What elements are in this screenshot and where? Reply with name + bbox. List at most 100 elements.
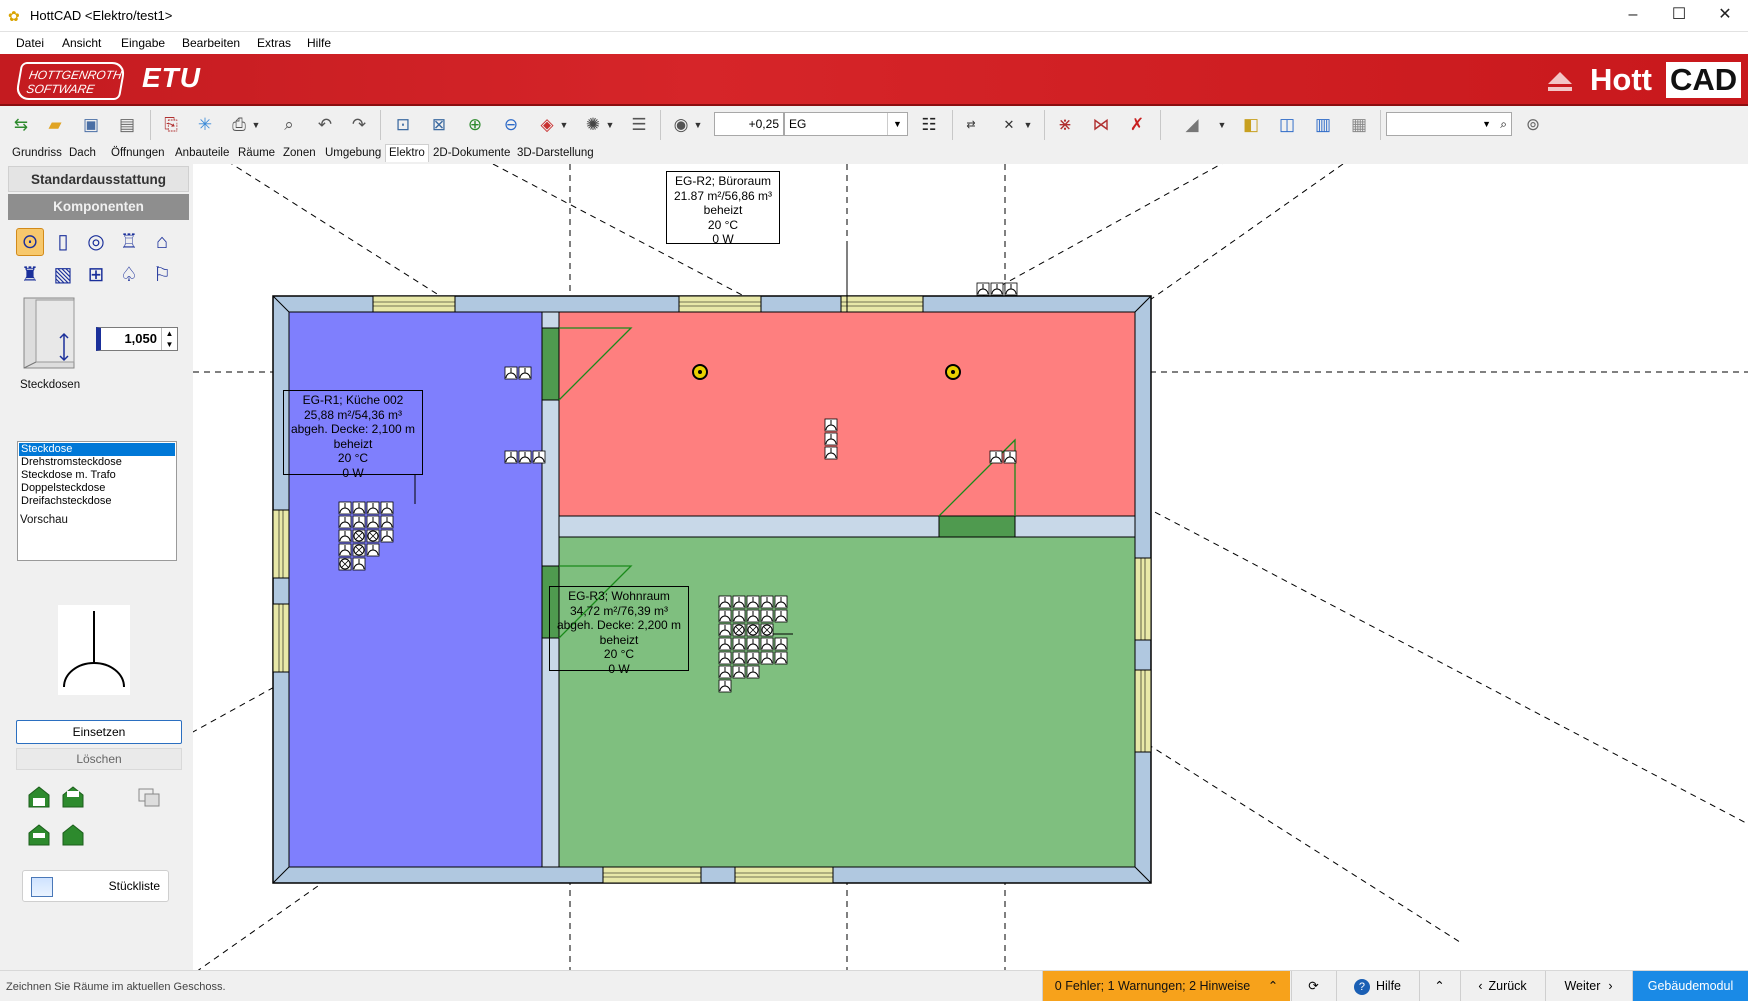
zoom-fit-icon[interactable]: ⊠	[426, 112, 452, 138]
level-offset-field[interactable]: +0,25	[714, 112, 784, 136]
section-icon[interactable]: ▥	[1310, 112, 1336, 138]
wireframe-icon[interactable]: ◫	[1274, 112, 1300, 138]
terrain-icon[interactable]: ◢	[1170, 112, 1214, 138]
menu-ansicht[interactable]: Ansicht	[62, 36, 101, 50]
socket-symbol-icon[interactable]	[1003, 450, 1017, 464]
room-label-kitchen[interactable]: EG-R1; Küche 002 25,88 m²/54,36 m³ abgeh…	[283, 390, 423, 480]
collapse-banner-bar-icon[interactable]	[1548, 87, 1572, 91]
zoom-window-icon[interactable]: ⊡	[390, 112, 416, 138]
socket-symbol-icon[interactable]	[746, 595, 760, 609]
socket-symbol-icon[interactable]	[732, 651, 746, 665]
menu-datei[interactable]: Datei	[16, 36, 44, 50]
2d-3d-toggle-icon[interactable]: ⇄	[958, 112, 984, 138]
socket-symbol-icon[interactable]	[746, 665, 760, 679]
measure-icon[interactable]: ⋇	[1052, 112, 1078, 138]
extinguisher-icon[interactable]: ♜	[16, 261, 44, 289]
socket-symbol-icon[interactable]	[774, 651, 788, 665]
refresh-icon[interactable]: ⟳	[1291, 971, 1335, 1001]
tab-oeffnungen[interactable]: Öffnungen	[111, 147, 165, 159]
socket-symbol-icon[interactable]	[366, 543, 380, 557]
socket-symbol-icon[interactable]	[760, 595, 774, 609]
sun-icon[interactable]: ✺	[580, 112, 606, 138]
floor-select[interactable]: EG ▼	[784, 112, 908, 136]
swap-icon[interactable]: ⇆	[8, 112, 34, 138]
appliance-symbol-icon[interactable]	[366, 529, 380, 543]
socket-icon[interactable]: ⊙	[16, 228, 44, 256]
socket-symbol-icon[interactable]	[338, 543, 352, 557]
floor-add-icon[interactable]	[62, 786, 84, 808]
tab-grundriss[interactable]: Grundriss	[12, 147, 62, 159]
socket-symbol-icon[interactable]	[366, 515, 380, 529]
view-eye-icon[interactable]: ◉	[668, 112, 694, 138]
socket-symbol-icon[interactable]	[760, 637, 774, 651]
socket-symbol-icon[interactable]	[746, 651, 760, 665]
search-dropdown-icon[interactable]: ▼	[1482, 113, 1491, 135]
chevron-up-icon[interactable]: ⌃	[1268, 979, 1278, 993]
floor-up-icon[interactable]	[28, 786, 50, 808]
socket-symbol-icon[interactable]	[760, 609, 774, 623]
ceiling-light-icon[interactable]	[692, 364, 708, 380]
socket-symbol-icon[interactable]	[380, 501, 394, 515]
floor-all-icon[interactable]	[62, 824, 84, 846]
list-item[interactable]: Doppelsteckdose	[19, 482, 175, 495]
search-input[interactable]: ▼ ⌕	[1386, 112, 1512, 136]
tab-raeume[interactable]: Räume	[238, 147, 275, 159]
tab-zonen[interactable]: Zonen	[283, 147, 316, 159]
menu-bearbeiten[interactable]: Bearbeiten	[182, 36, 240, 50]
network-icon[interactable]: ⌂	[148, 228, 176, 256]
insert-button[interactable]: Einsetzen	[16, 720, 182, 744]
snap-dropdown-icon[interactable]: ▼	[1022, 112, 1034, 138]
menu-extras[interactable]: Extras	[257, 36, 291, 50]
socket-symbol-icon[interactable]	[366, 501, 380, 515]
socket-symbol-icon[interactable]	[718, 623, 732, 637]
lamp-icon[interactable]: ♤	[115, 261, 143, 289]
socket-type-list[interactable]: Steckdose Drehstromsteckdose Steckdose m…	[17, 441, 177, 561]
zoom-out-icon[interactable]: ⊖	[498, 112, 524, 138]
socket-symbol-icon[interactable]	[774, 637, 788, 651]
parts-list-button[interactable]: Stückliste	[22, 870, 169, 902]
interior-wall-horizontal[interactable]	[558, 515, 1136, 538]
socket-symbol-icon[interactable]	[532, 450, 546, 464]
socket-symbol-icon[interactable]	[504, 450, 518, 464]
appliance-symbol-icon[interactable]	[746, 623, 760, 637]
3d-view-icon[interactable]: ⊚	[1520, 112, 1546, 138]
help-button[interactable]: ? Hilfe	[1336, 971, 1418, 1001]
socket-symbol-icon[interactable]	[774, 609, 788, 623]
tab-umgebung[interactable]: Umgebung	[325, 147, 381, 159]
socket-symbol-icon[interactable]	[352, 557, 366, 571]
socket-symbol-icon[interactable]	[746, 609, 760, 623]
tab-3d-darstellung[interactable]: 3D-Darstellung	[517, 147, 594, 159]
door-office[interactable]	[541, 327, 560, 401]
back-button[interactable]: ‹ Zurück	[1460, 971, 1544, 1001]
next-button[interactable]: Weiter ›	[1545, 971, 1631, 1001]
building-module-button[interactable]: Gebäudemodul	[1632, 971, 1748, 1001]
search-icon[interactable]: ⌕	[1500, 113, 1507, 135]
cube-icon[interactable]: ◧	[1238, 112, 1264, 138]
save-icon[interactable]: ▣	[78, 112, 104, 138]
close-button[interactable]: ✕	[1702, 0, 1748, 32]
ceiling-light-icon[interactable]	[945, 364, 961, 380]
preview-icon[interactable]: ⌕	[276, 112, 302, 138]
menu-eingabe[interactable]: Eingabe	[121, 36, 165, 50]
render-mode-dropdown-icon[interactable]: ▼	[558, 112, 570, 138]
terrain-dropdown-icon[interactable]: ▼	[1216, 112, 1228, 138]
appliance-symbol-icon[interactable]	[760, 623, 774, 637]
collapse-banner-icon[interactable]	[1548, 72, 1572, 84]
socket-symbol-icon[interactable]	[989, 450, 1003, 464]
socket-symbol-icon[interactable]	[338, 501, 352, 515]
floor-copy-icon[interactable]	[138, 786, 160, 808]
clipboard-icon[interactable]: ▤	[114, 112, 140, 138]
door-office-living[interactable]	[938, 515, 1016, 538]
render-mode-icon[interactable]: ◈	[534, 112, 560, 138]
socket-symbol-icon[interactable]	[1004, 282, 1018, 296]
socket-symbol-icon[interactable]	[732, 595, 746, 609]
room-office[interactable]	[558, 311, 1136, 517]
socket-symbol-icon[interactable]	[352, 501, 366, 515]
delete-dimension-icon[interactable]: ✗	[1124, 112, 1150, 138]
appliance-symbol-icon[interactable]	[338, 557, 352, 571]
alarm-icon[interactable]: ♖	[115, 228, 143, 256]
list-item[interactable]: Dreifachsteckdose	[19, 495, 175, 508]
snap-icon[interactable]: ✕	[996, 112, 1022, 138]
socket-symbol-icon[interactable]	[718, 595, 732, 609]
new-document-icon[interactable]: ⎘	[158, 112, 184, 138]
